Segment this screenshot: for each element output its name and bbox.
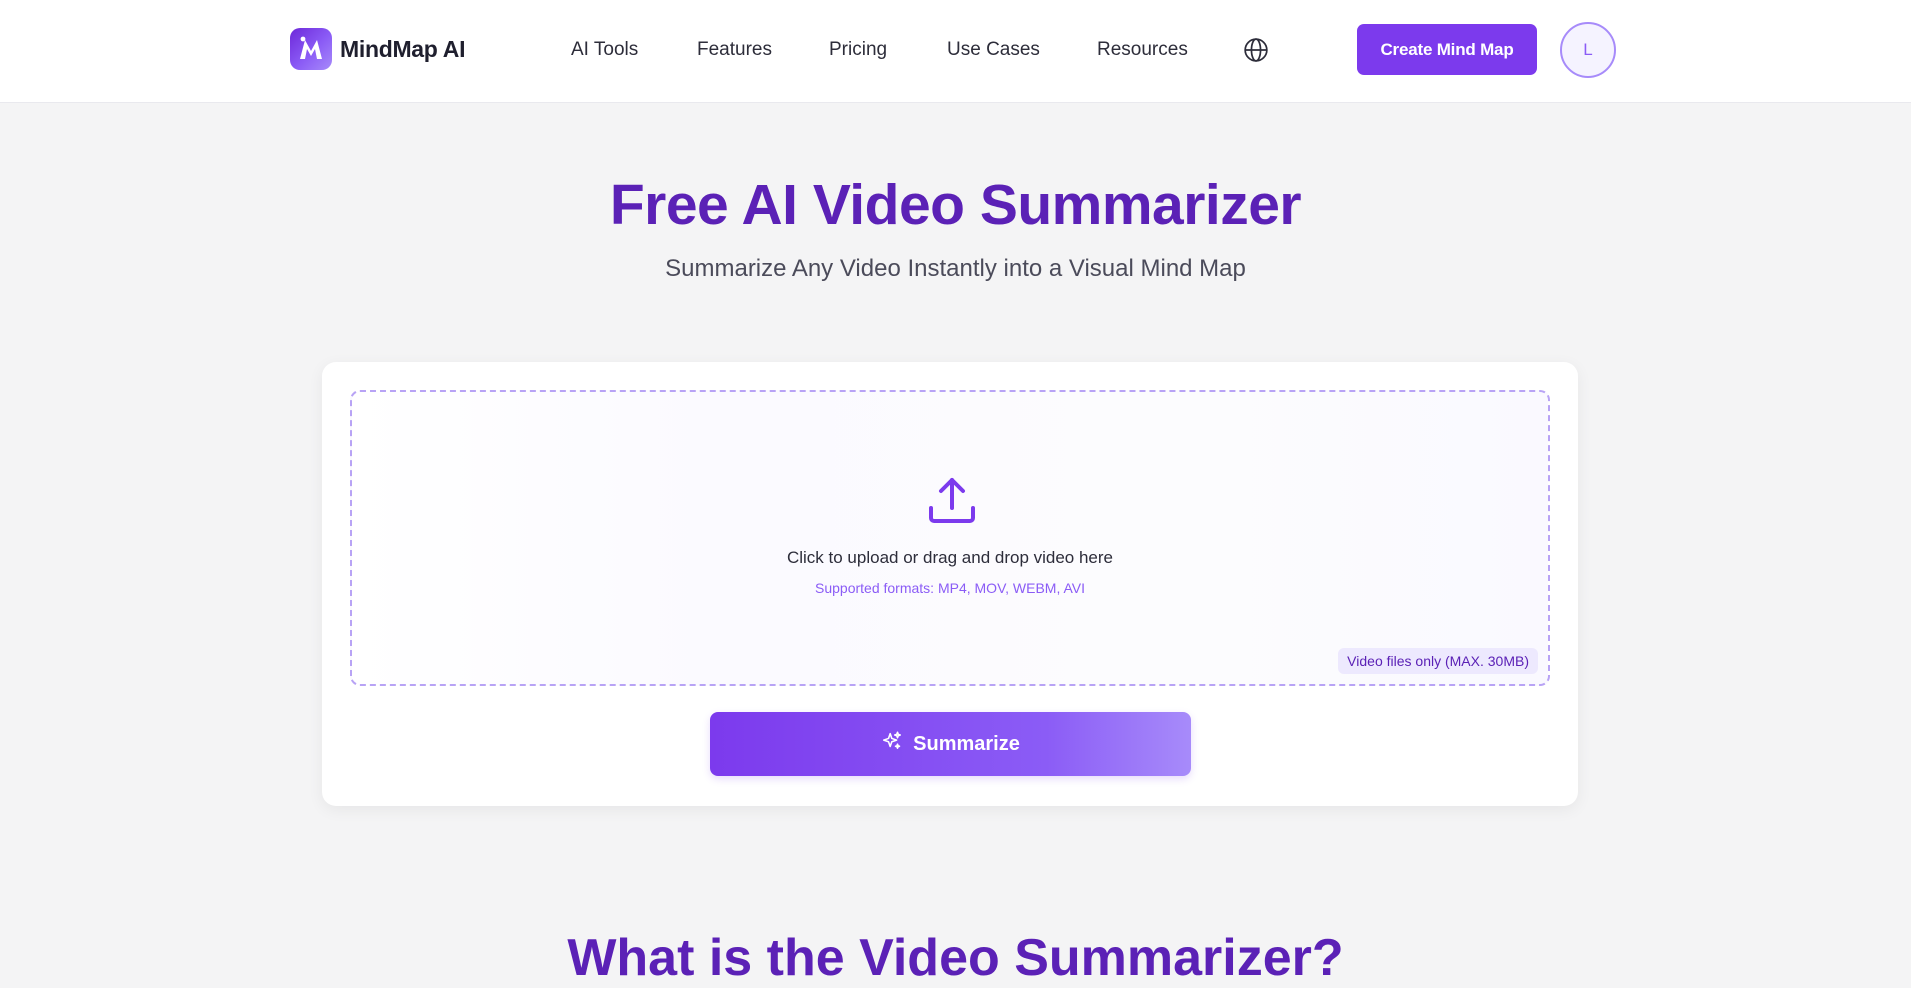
logo[interactable]: MindMap AI [290,28,465,70]
nav-item-use-cases[interactable]: Use Cases [947,36,1040,64]
page-subtitle: Summarize Any Video Instantly into a Vis… [665,255,1246,282]
nav-item-features[interactable]: Features [697,36,772,64]
avatar[interactable]: L [1560,22,1616,78]
dropzone-prompt: Click to upload or drag and drop video h… [786,548,1114,567]
nav-item-pricing[interactable]: Pricing [829,36,887,64]
page-title: Free AI Video Summarizer [609,173,1302,237]
supported-formats: Supported formats: MP4, MOV, WEBM, AVI [815,580,1085,596]
video-dropzone[interactable]: Click to upload or drag and drop video h… [350,390,1550,686]
nav-item-ai-tools[interactable]: AI Tools [571,36,638,64]
nav-item-resources[interactable]: Resources [1097,36,1188,64]
create-mind-map-button[interactable]: Create Mind Map [1357,24,1537,75]
file-limit-badge: Video files only (MAX. 30MB) [1338,648,1538,674]
upload-icon [924,472,980,528]
logo-text: MindMap AI [340,35,466,62]
top-navbar: MindMap AI AI Tools Features Pricing Use… [0,0,1911,103]
summarize-button[interactable]: Summarize [710,712,1191,776]
logo-mark-icon [290,28,332,70]
sparkles-icon [881,730,903,758]
upload-card: Click to upload or drag and drop video h… [322,362,1578,806]
section-title-what-is: What is the Video Summarizer? [567,929,1344,987]
summarize-button-label: Summarize [913,732,1020,755]
globe-icon[interactable] [1243,37,1269,63]
